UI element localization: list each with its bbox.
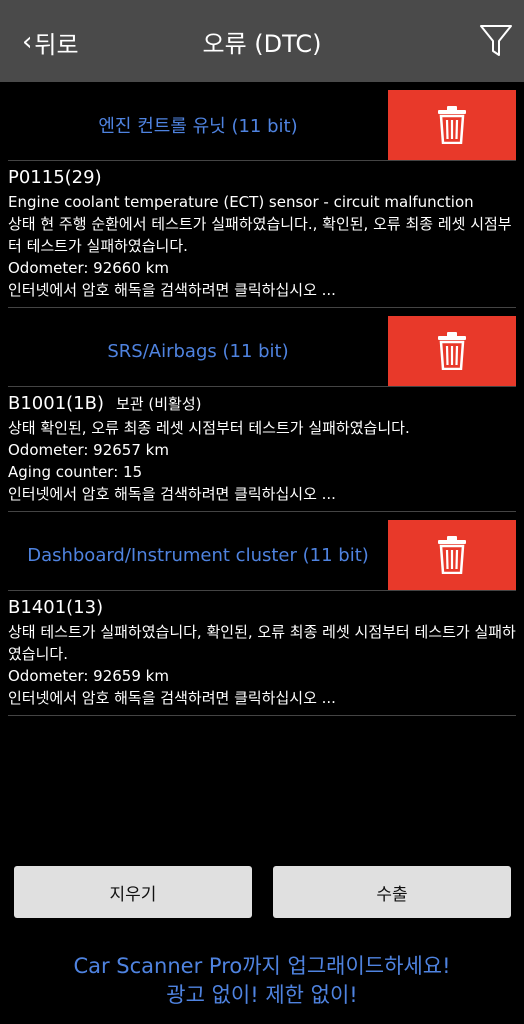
divider (8, 715, 516, 716)
dtc-state: 상태 현 주행 순환에서 테스트가 실패하였습니다., 확인된, 오류 최종 레… (8, 215, 512, 255)
upgrade-promo[interactable]: Car Scanner Pro까지 업그래이드하세요! 광고 없이! 제한 없이… (0, 952, 524, 1010)
dtc-code: B1001(1B) (8, 393, 105, 414)
app-header: ‹ 뒤로 오류 (DTC) (0, 0, 524, 82)
dtc-code-line: B1001(1B) 보관 (비활성) (8, 391, 516, 417)
dtc-odometer: Odometer: 92659 km (8, 667, 169, 685)
dtc-entry[interactable]: P0115(29) Engine coolant temperature (ECT… (0, 161, 524, 307)
dtc-state: 상태 확인된, 오류 최종 레셋 시점부터 테스트가 실패하였습니다. (8, 419, 410, 437)
filter-icon[interactable] (478, 22, 514, 60)
dtc-code: B1401(13) (8, 597, 104, 618)
dtc-code-line: B1401(13) (8, 595, 516, 621)
trash-icon (438, 106, 466, 144)
group-name: 엔진 컨트롤 유닛 (11 bit) (98, 116, 298, 137)
dtc-code-line: P0115(29) (8, 165, 516, 191)
dtc-state: 상태 테스트가 실패하였습니다, 확인된, 오류 최종 레셋 시점부터 테스트가… (8, 623, 516, 663)
dtc-entry[interactable]: B1001(1B) 보관 (비활성) 상태 확인된, 오류 최종 레셋 시점부터 테… (0, 387, 524, 511)
delete-button[interactable] (388, 316, 516, 386)
dtc-code: P0115(29) (8, 167, 102, 188)
group-name: SRS/Airbags (11 bit) (107, 340, 289, 362)
dtc-aging-counter: Aging counter: 15 (8, 463, 143, 481)
promo-line-1: Car Scanner Pro까지 업그래이드하세요! (73, 954, 451, 978)
export-button[interactable]: 수출 (273, 866, 511, 918)
dtc-entry[interactable]: B1401(13) 상태 테스트가 실패하였습니다, 확인된, 오류 최종 레셋 … (0, 591, 524, 715)
group-header: SRS/Airbags (11 bit) (8, 316, 516, 386)
dtc-search-link[interactable]: 인터넷에서 암호 해독을 검색하려면 클릭하십시오 ... (8, 279, 516, 301)
dtc-list: 엔진 컨트롤 유닛 (11 bit) P0115(29) Engine coolan… (0, 90, 524, 716)
group-name: Dashboard/Instrument cluster (11 bit) (27, 544, 369, 566)
dtc-description: Engine coolant temperature (ECT) sensor … (8, 193, 474, 211)
dtc-search-link[interactable]: 인터넷에서 암호 해독을 검색하려면 클릭하십시오 ... (8, 687, 516, 709)
action-bar: 지우기 수출 (14, 866, 512, 918)
trash-icon (438, 332, 466, 370)
promo-line-2: 광고 없이! 제한 없이! (166, 983, 358, 1007)
dtc-search-link[interactable]: 인터넷에서 암호 해독을 검색하려면 클릭하십시오 ... (8, 483, 516, 505)
dtc-odometer: Odometer: 92657 km (8, 441, 169, 459)
delete-button[interactable] (388, 90, 516, 160)
page-title: 오류 (DTC) (202, 30, 322, 58)
clear-button[interactable]: 지우기 (14, 866, 252, 918)
dtc-status: 보관 (비활성) (116, 395, 202, 413)
group-header: Dashboard/Instrument cluster (11 bit) (8, 520, 516, 590)
trash-icon (438, 536, 466, 574)
group-header: 엔진 컨트롤 유닛 (11 bit) (8, 90, 516, 160)
dtc-odometer: Odometer: 92660 km (8, 259, 169, 277)
delete-button[interactable] (388, 520, 516, 590)
